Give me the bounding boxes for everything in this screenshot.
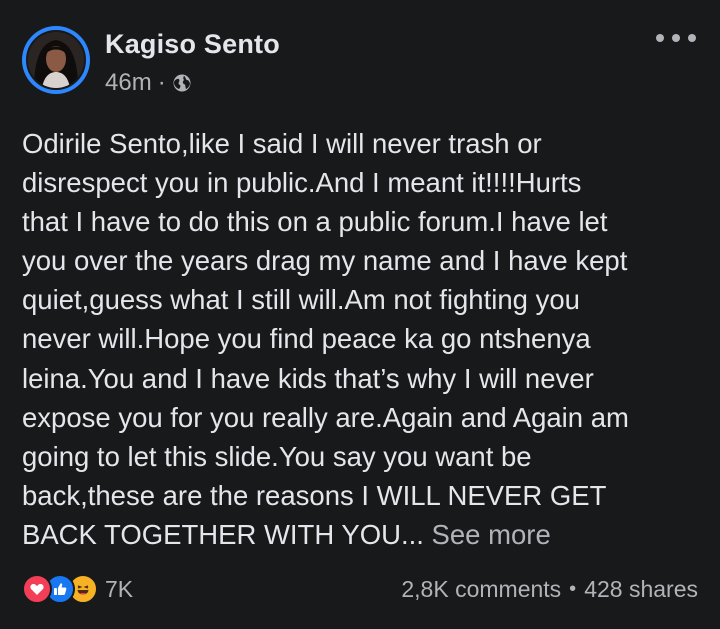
post-body-line: quiet,guess what I still will.Am not fig… <box>22 284 580 316</box>
post-body-line: going to let this slide.You say you want… <box>22 440 532 472</box>
more-dot <box>688 34 696 42</box>
engagement-stats: 2,8K comments • 428 shares <box>401 576 698 603</box>
post-body-line: you over the years drag my name and I ha… <box>22 245 628 277</box>
author-name[interactable]: Kagiso Sento <box>105 29 280 60</box>
comments-count[interactable]: 2,8K comments <box>401 576 561 603</box>
post-meta: 46m · <box>105 68 192 98</box>
post-footer: 7K 2,8K comments • 428 shares <box>22 572 698 608</box>
post-body-line: expose you for you really are.Again and … <box>22 401 629 433</box>
post-body-line: never will.Hope you find peace ka go nts… <box>22 323 591 355</box>
post-header: Kagiso Sento 46m · <box>22 20 702 100</box>
see-more-link[interactable]: See more <box>432 519 551 550</box>
shares-count[interactable]: 428 shares <box>584 576 698 603</box>
post-body-line: disrespect you in public.And I meant it!… <box>22 167 582 199</box>
meta-separator: · <box>157 69 166 96</box>
post-body: Odirile Sento,like I said I will never t… <box>22 124 706 554</box>
avatar-photo <box>28 32 84 88</box>
timestamp[interactable]: 46m <box>105 69 152 97</box>
avatar-ring[interactable] <box>22 26 90 94</box>
stats-separator: • <box>569 578 577 600</box>
reaction-summary[interactable]: 7K <box>22 574 133 604</box>
post-body-line: leina.You and I have kids that’s why I w… <box>22 362 594 394</box>
facebook-post: Kagiso Sento 46m · Odirile Sento,like I … <box>0 0 720 629</box>
more-dot <box>656 34 664 42</box>
love-icon <box>22 574 52 604</box>
post-body-last-line: BACK TOGETHER WITH YOU... See more <box>22 515 706 554</box>
post-body-line: BACK TOGETHER WITH YOU... <box>22 518 424 550</box>
post-body-line: Odirile Sento,like I said I will never t… <box>22 128 542 159</box>
avatar[interactable] <box>26 30 86 90</box>
post-body-line: that I have to do this on a public forum… <box>22 206 608 238</box>
post-body-line: back,these are the reasons I WILL NEVER … <box>22 479 607 511</box>
more-dot <box>672 34 680 42</box>
reaction-count[interactable]: 7K <box>105 576 133 603</box>
globe-icon[interactable] <box>172 73 192 93</box>
more-options-icon[interactable] <box>656 26 696 50</box>
